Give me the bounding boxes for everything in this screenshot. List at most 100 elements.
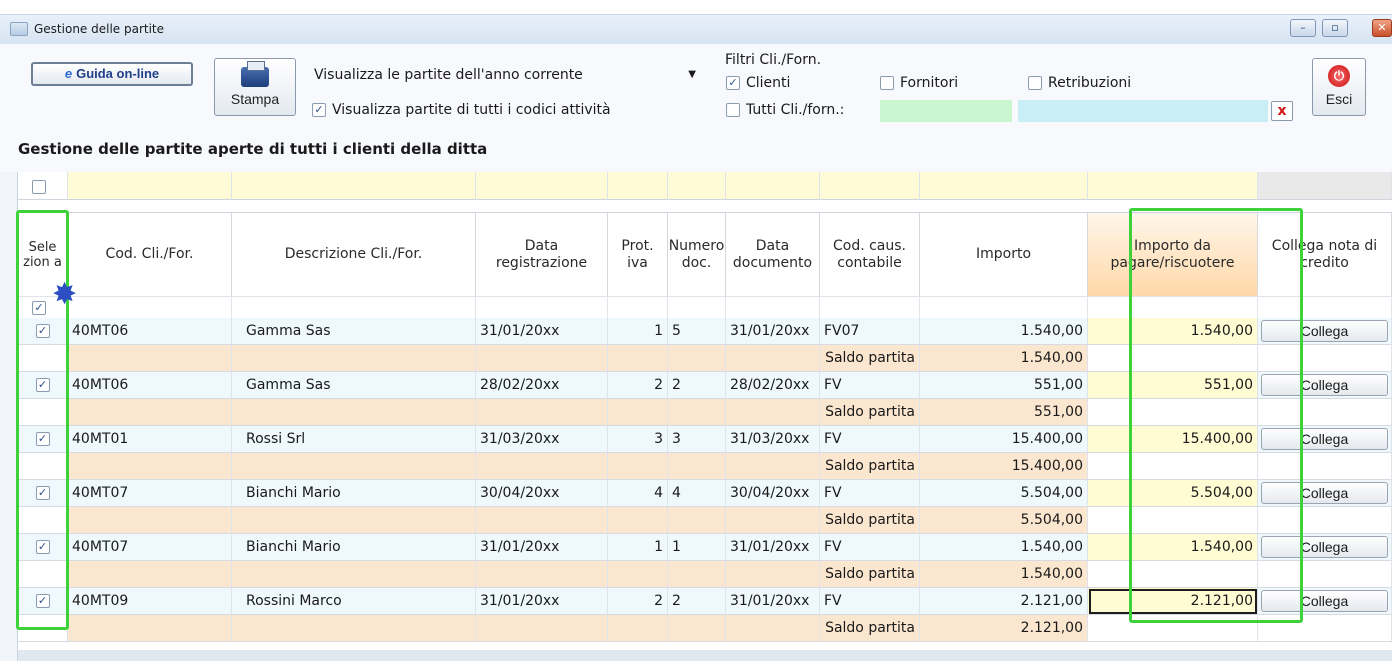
- close-button[interactable]: ✕: [1372, 19, 1392, 37]
- col-header-descrizione[interactable]: Descrizione Cli./For.: [232, 213, 476, 296]
- prot-cell[interactable]: 2: [608, 588, 668, 615]
- collega-button[interactable]: Collega: [1261, 374, 1388, 396]
- descrizione-cell[interactable]: Gamma Sas: [232, 372, 476, 399]
- row-checkbox[interactable]: ✓: [35, 594, 50, 608]
- filter-descrizione[interactable]: [232, 172, 476, 200]
- data-reg-cell[interactable]: 31/03/20xx: [476, 426, 608, 453]
- importo-da-cell[interactable]: 1.540,00: [1088, 318, 1258, 345]
- filter-data-reg[interactable]: [476, 172, 608, 200]
- filter-importo-da[interactable]: [1088, 172, 1258, 200]
- tutti-cliforn-checkbox[interactable]: [726, 103, 740, 117]
- descrizione-cell[interactable]: Bianchi Mario: [232, 534, 476, 561]
- descrizione-cell[interactable]: Bianchi Mario: [232, 480, 476, 507]
- data-doc-cell[interactable]: 31/01/20xx: [726, 318, 820, 345]
- fornitori-option[interactable]: Fornitori: [880, 75, 958, 91]
- row-checkbox[interactable]: ✓: [35, 540, 50, 554]
- importo-da-cell[interactable]: 551,00: [1088, 372, 1258, 399]
- filter-prot[interactable]: [608, 172, 668, 200]
- data-reg-cell[interactable]: 31/01/20xx: [476, 318, 608, 345]
- cod-cell[interactable]: 40MT01: [68, 426, 232, 453]
- table-row[interactable]: ✓ 40MT06 Gamma Sas 28/02/20xx 2 2 28/02/…: [18, 372, 1392, 399]
- caus-cell[interactable]: FV: [820, 480, 920, 507]
- caus-cell[interactable]: FV: [820, 426, 920, 453]
- numero-cell[interactable]: 2: [668, 588, 726, 615]
- row-select-cell[interactable]: ✓: [18, 372, 68, 399]
- minimize-button[interactable]: –: [1290, 19, 1316, 37]
- filter-importo[interactable]: [920, 172, 1088, 200]
- importo-da-cell[interactable]: 1.540,00: [1088, 534, 1258, 561]
- numero-cell[interactable]: 4: [668, 480, 726, 507]
- new-row-checkbox[interactable]: ✓: [32, 301, 46, 315]
- filter-select-all[interactable]: [18, 172, 68, 200]
- prot-cell[interactable]: 2: [608, 372, 668, 399]
- periodo-select[interactable]: Visualizza le partite dell'anno corrente…: [308, 63, 704, 87]
- table-row[interactable]: ✓ 40MT07 Bianchi Mario 30/04/20xx 4 4 30…: [18, 480, 1392, 507]
- prot-cell[interactable]: 1: [608, 318, 668, 345]
- col-header-data-reg[interactable]: Data registrazione: [476, 213, 608, 296]
- restore-button[interactable]: ▫: [1322, 19, 1348, 37]
- cod-cell[interactable]: 40MT09: [68, 588, 232, 615]
- importo-cell[interactable]: 5.504,00: [920, 480, 1088, 507]
- importo-cell[interactable]: 1.540,00: [920, 318, 1088, 345]
- prot-cell[interactable]: 4: [608, 480, 668, 507]
- row-select-cell[interactable]: ✓: [18, 426, 68, 453]
- prot-cell[interactable]: 3: [608, 426, 668, 453]
- table-row[interactable]: ✓ 40MT06 Gamma Sas 31/01/20xx 1 5 31/01/…: [18, 318, 1392, 345]
- numero-cell[interactable]: 5: [668, 318, 726, 345]
- importo-cell[interactable]: 15.400,00: [920, 426, 1088, 453]
- row-checkbox[interactable]: ✓: [35, 486, 50, 500]
- row-checkbox[interactable]: ✓: [35, 432, 50, 446]
- tutti-cliforn-option[interactable]: Tutti Cli./forn.:: [726, 102, 844, 118]
- row-select-cell[interactable]: ✓: [18, 318, 68, 345]
- clear-filter-button[interactable]: x: [1271, 101, 1293, 121]
- retribuzioni-option[interactable]: Retribuzioni: [1028, 75, 1131, 91]
- numero-cell[interactable]: 2: [668, 372, 726, 399]
- select-all-checkbox[interactable]: [32, 180, 46, 194]
- row-select-cell[interactable]: ✓: [18, 480, 68, 507]
- collega-button[interactable]: Collega: [1261, 320, 1388, 342]
- importo-da-cell[interactable]: 2.121,00: [1088, 588, 1258, 615]
- col-header-prot[interactable]: Prot. iva: [608, 213, 668, 296]
- retribuzioni-checkbox[interactable]: [1028, 76, 1042, 90]
- stampa-button[interactable]: Stampa: [214, 58, 296, 116]
- clienti-option[interactable]: ✓ Clienti: [726, 75, 790, 91]
- filter-data-doc[interactable]: [726, 172, 820, 200]
- col-header-cod[interactable]: Cod. Cli./For.: [68, 213, 232, 296]
- data-reg-cell[interactable]: 31/01/20xx: [476, 534, 608, 561]
- caus-cell[interactable]: FV: [820, 588, 920, 615]
- numero-cell[interactable]: 3: [668, 426, 726, 453]
- data-doc-cell[interactable]: 30/04/20xx: [726, 480, 820, 507]
- cod-cell[interactable]: 40MT06: [68, 318, 232, 345]
- prot-cell[interactable]: 1: [608, 534, 668, 561]
- data-doc-cell[interactable]: 31/03/20xx: [726, 426, 820, 453]
- row-select-cell[interactable]: ✓: [18, 534, 68, 561]
- data-doc-cell[interactable]: 28/02/20xx: [726, 372, 820, 399]
- data-doc-cell[interactable]: 31/01/20xx: [726, 588, 820, 615]
- col-header-importo[interactable]: Importo: [920, 213, 1088, 296]
- collega-button[interactable]: Collega: [1261, 536, 1388, 558]
- numero-cell[interactable]: 1: [668, 534, 726, 561]
- cliforn-code-field[interactable]: [880, 100, 1012, 122]
- descrizione-cell[interactable]: Rossini Marco: [232, 588, 476, 615]
- caus-cell[interactable]: FV: [820, 534, 920, 561]
- row-checkbox[interactable]: ✓: [35, 378, 50, 392]
- filter-cod[interactable]: [68, 172, 232, 200]
- data-reg-cell[interactable]: 28/02/20xx: [476, 372, 608, 399]
- importo-cell[interactable]: 2.121,00: [920, 588, 1088, 615]
- importo-da-cell[interactable]: 5.504,00: [1088, 480, 1258, 507]
- importo-da-cell[interactable]: 15.400,00: [1088, 426, 1258, 453]
- cliforn-name-field[interactable]: [1018, 100, 1268, 122]
- table-row[interactable]: ✓ 40MT01 Rossi Srl 31/03/20xx 3 3 31/03/…: [18, 426, 1392, 453]
- clienti-checkbox[interactable]: ✓: [726, 76, 740, 90]
- filter-caus[interactable]: [820, 172, 920, 200]
- table-row[interactable]: ✓ 40MT07 Bianchi Mario 31/01/20xx 1 1 31…: [18, 534, 1392, 561]
- cod-cell[interactable]: 40MT07: [68, 480, 232, 507]
- col-header-caus[interactable]: Cod. caus. contabile: [820, 213, 920, 296]
- caus-cell[interactable]: FV: [820, 372, 920, 399]
- data-reg-cell[interactable]: 31/01/20xx: [476, 588, 608, 615]
- cod-cell[interactable]: 40MT07: [68, 534, 232, 561]
- row-select-cell[interactable]: ✓: [18, 588, 68, 615]
- data-doc-cell[interactable]: 31/01/20xx: [726, 534, 820, 561]
- caus-cell[interactable]: FV07: [820, 318, 920, 345]
- fornitori-checkbox[interactable]: [880, 76, 894, 90]
